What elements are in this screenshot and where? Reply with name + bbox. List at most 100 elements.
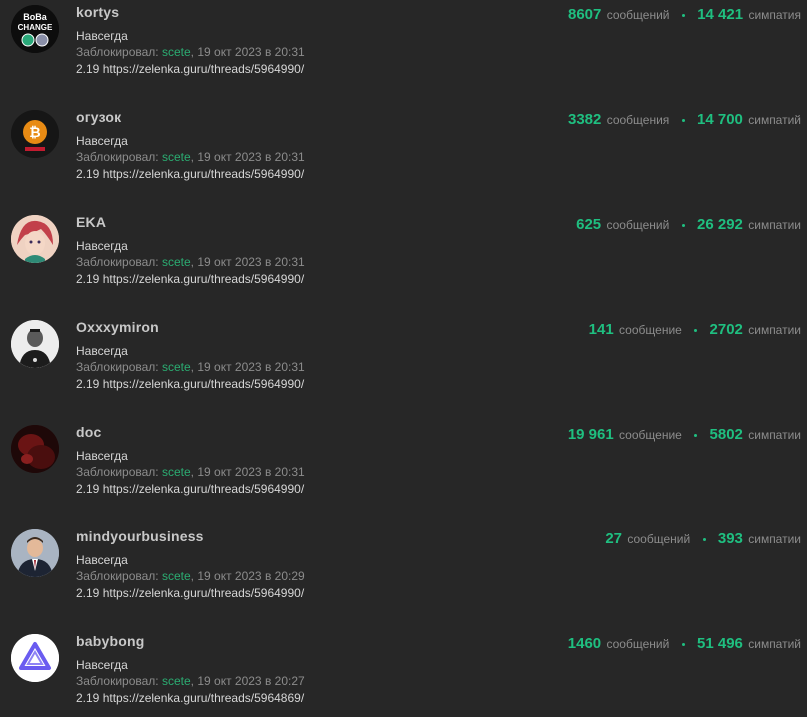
avatar[interactable] — [11, 529, 59, 577]
ban-reason[interactable]: 2.19 https://zelenka.guru/threads/596499… — [76, 272, 304, 286]
ban-reason[interactable]: 2.19 https://zelenka.guru/threads/596499… — [76, 377, 304, 391]
ban-row: Oxxxymiron Навсегда Заблокировал: scete,… — [0, 315, 807, 420]
ban-row: mindyourbusiness Навсегда Заблокировал: … — [0, 524, 807, 629]
ban-reason[interactable]: 2.19 https://zelenka.guru/threads/596499… — [76, 586, 304, 600]
messages-label: сообщений — [606, 218, 670, 232]
moderator-link[interactable]: scete — [162, 465, 191, 479]
likes-label: симпатии — [748, 428, 801, 442]
moderator-link[interactable]: scete — [162, 360, 191, 374]
user-stats: 8607 сообщений 14 421 симпатия — [568, 6, 801, 23]
blocked-by-label: Заблокировал: — [76, 150, 159, 164]
user-stats: 3382 сообщения 14 700 симпатий — [568, 111, 801, 128]
ban-duration: Навсегда — [76, 134, 128, 148]
username[interactable]: doc — [76, 424, 102, 440]
ban-reason[interactable]: 2.19 https://zelenka.guru/threads/596499… — [76, 62, 304, 76]
likes-label: симпатии — [748, 323, 801, 337]
blocked-by-label: Заблокировал: — [76, 465, 159, 479]
messages-label: сообщений — [606, 637, 670, 651]
avatar[interactable] — [11, 425, 59, 473]
ban-duration: Навсегда — [76, 553, 128, 567]
blocked-by-line: Заблокировал: scete, 19 окт 2023 в 20:31 — [76, 45, 305, 59]
likes-count: 14 700 — [697, 111, 743, 128]
username[interactable]: kortys — [76, 4, 119, 20]
likes-count: 5802 — [709, 426, 743, 443]
moderator-link[interactable]: scete — [162, 150, 191, 164]
username[interactable]: Oxxxymiron — [76, 319, 159, 335]
likes-label: симпатии — [748, 218, 801, 232]
avatar[interactable]: BoBa CHANGE — [11, 5, 59, 53]
moderator-link[interactable]: scete — [162, 569, 191, 583]
ban-date: 19 окт 2023 в 20:31 — [197, 150, 305, 164]
messages-count: 27 — [605, 530, 623, 547]
user-stats: 27 сообщений 393 симпатии — [605, 530, 801, 547]
blocked-by-line: Заблокировал: scete, 19 окт 2023 в 20:29 — [76, 569, 305, 583]
user-stats: 1460 сообщений 51 496 симпатий — [568, 635, 801, 652]
ban-row: ₿ огузок Навсегда Заблокировал: scete, 1… — [0, 105, 807, 210]
user-stats: 141 сообщение 2702 симпатии — [589, 321, 801, 338]
ban-duration: Навсегда — [76, 449, 128, 463]
moderator-link[interactable]: scete — [162, 45, 191, 59]
blocked-by-line: Заблокировал: scete, 19 окт 2023 в 20:31 — [76, 465, 305, 479]
messages-count: 19 961 — [567, 426, 614, 443]
ban-date: 19 окт 2023 в 20:31 — [197, 45, 305, 59]
moderator-link[interactable]: scete — [162, 255, 191, 269]
avatar[interactable] — [11, 634, 59, 682]
messages-label: сообщение — [619, 323, 682, 337]
ban-reason[interactable]: 2.19 https://zelenka.guru/threads/596499… — [76, 482, 304, 496]
blocked-by-label: Заблокировал: — [76, 569, 159, 583]
separator-dot — [681, 119, 685, 123]
user-stats: 625 сообщений 26 292 симпатии — [576, 216, 801, 233]
likes-label: симпатий — [748, 113, 801, 127]
separator-dot — [681, 14, 685, 18]
blocked-by-label: Заблокировал: — [76, 255, 159, 269]
ban-duration: Навсегда — [76, 658, 128, 672]
ban-date: 19 окт 2023 в 20:29 — [197, 569, 305, 583]
separator-dot — [681, 224, 685, 228]
svg-text:CHANGE: CHANGE — [18, 23, 53, 32]
username[interactable]: огузок — [76, 109, 121, 125]
username[interactable]: mindyourbusiness — [76, 528, 204, 544]
user-stats: 19 961 сообщение 5802 симпатии — [568, 426, 801, 443]
ban-row: doc Навсегда Заблокировал: scete, 19 окт… — [0, 420, 807, 525]
ban-duration: Навсегда — [76, 239, 128, 253]
ban-date: 19 окт 2023 в 20:27 — [197, 674, 305, 688]
messages-count: 8607 — [567, 6, 602, 23]
blocked-by-line: Заблокировал: scete, 19 окт 2023 в 20:31 — [76, 255, 305, 269]
messages-label: сообщение — [619, 428, 682, 442]
username[interactable]: babybong — [76, 633, 144, 649]
likes-count: 26 292 — [697, 216, 743, 233]
likes-count: 393 — [717, 530, 743, 547]
likes-label: симпатии — [748, 532, 801, 546]
ban-reason[interactable]: 2.19 https://zelenka.guru/threads/596499… — [76, 167, 304, 181]
likes-label: симпатия — [748, 8, 801, 22]
blocked-by-label: Заблокировал: — [76, 674, 159, 688]
blocked-by-label: Заблокировал: — [76, 360, 159, 374]
ban-row: BoBa CHANGE kortys Навсегда Заблокировал… — [0, 0, 807, 105]
avatar[interactable]: ₿ — [11, 110, 59, 158]
ban-row: EKA Навсегда Заблокировал: scete, 19 окт… — [0, 210, 807, 315]
bitcoin-icon: ₿ — [29, 124, 40, 140]
ban-reason[interactable]: 2.19 https://zelenka.guru/threads/596486… — [76, 691, 304, 705]
avatar[interactable] — [11, 320, 59, 368]
moderator-link[interactable]: scete — [162, 674, 191, 688]
blocked-by-line: Заблокировал: scete, 19 окт 2023 в 20:27 — [76, 674, 305, 688]
messages-count: 1460 — [567, 635, 602, 652]
blocked-by-line: Заблокировал: scete, 19 окт 2023 в 20:31 — [76, 150, 305, 164]
messages-label: сообщений — [627, 532, 691, 546]
ban-date: 19 окт 2023 в 20:31 — [197, 465, 305, 479]
separator-dot — [681, 643, 685, 647]
likes-count: 2702 — [709, 321, 743, 338]
blocked-by-line: Заблокировал: scete, 19 окт 2023 в 20:31 — [76, 360, 305, 374]
likes-label: симпатий — [748, 637, 801, 651]
messages-count: 625 — [576, 216, 602, 233]
ban-date: 19 окт 2023 в 20:31 — [197, 360, 305, 374]
ban-row: babybong Навсегда Заблокировал: scete, 1… — [0, 629, 807, 717]
ban-duration: Навсегда — [76, 344, 128, 358]
username[interactable]: EKA — [76, 214, 106, 230]
likes-count: 14 421 — [697, 6, 744, 23]
avatar[interactable] — [11, 215, 59, 263]
blocked-by-label: Заблокировал: — [76, 45, 159, 59]
messages-label: сообщения — [606, 113, 670, 127]
messages-count: 141 — [588, 321, 614, 338]
messages-count: 3382 — [567, 111, 602, 128]
